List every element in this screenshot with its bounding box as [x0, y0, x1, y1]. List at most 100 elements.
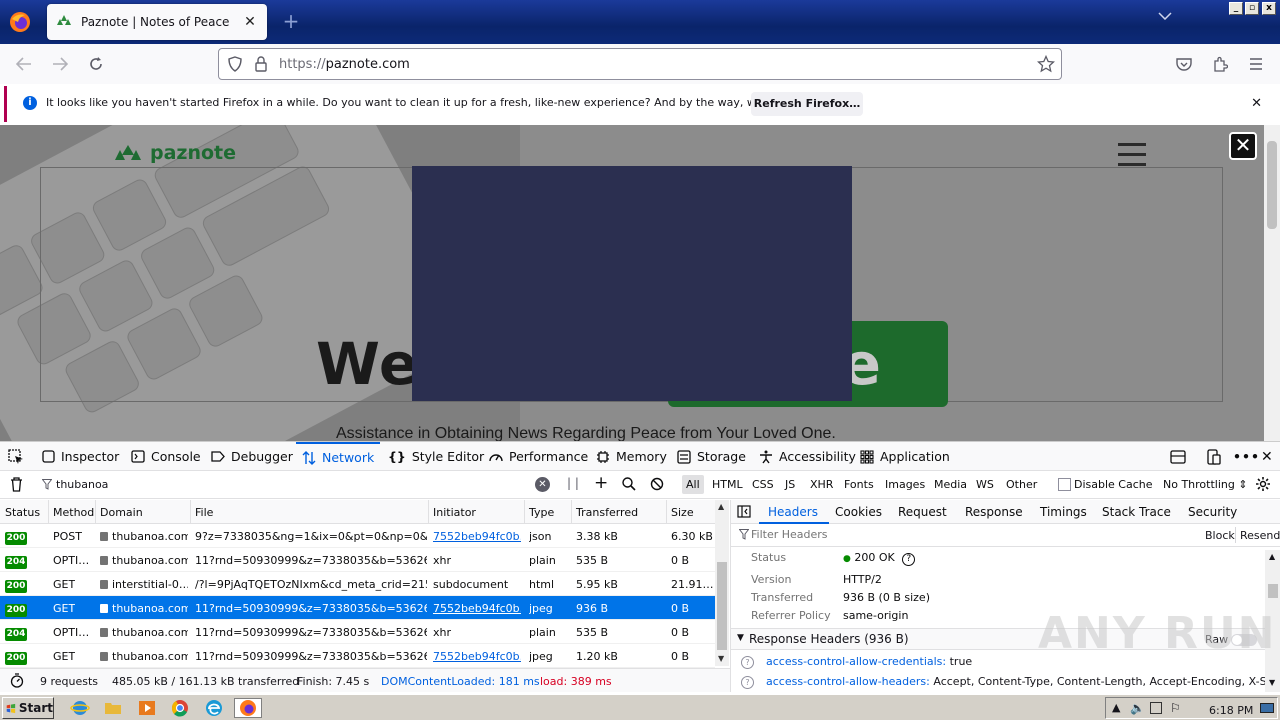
trash-icon[interactable] [10, 477, 23, 492]
tab-security[interactable]: Security [1188, 505, 1237, 519]
table-row[interactable]: 204 OPTI… thubanoa.com 11?rnd=50930999&z=73… [0, 620, 715, 644]
new-tab-icon[interactable]: + [280, 9, 302, 33]
initiator-link[interactable]: 7552beb94fc0b… [433, 602, 521, 615]
pause-icon[interactable]: | | [567, 476, 579, 490]
tab-accessibility[interactable]: Accessibility [759, 442, 856, 471]
col-type[interactable]: Type [529, 506, 554, 519]
col-size[interactable]: Size [671, 506, 694, 519]
active-tab[interactable]: Paznote | Notes of Peace ✕ [47, 4, 267, 40]
chrome-icon[interactable] [170, 698, 190, 718]
help-icon[interactable]: ? [741, 656, 754, 669]
table-row[interactable]: 200 GET thubanoa.com 11?rnd=50930999&z=7338… [0, 596, 715, 620]
tab-application[interactable]: Application [860, 442, 950, 471]
reload-icon[interactable] [84, 52, 108, 76]
site-logo[interactable]: paznote [112, 142, 236, 164]
table-row[interactable]: 200 GET thubanoa.com 11?rnd=50930999&z=7338… [0, 644, 715, 668]
close-devtools-icon[interactable]: ✕ [1261, 442, 1273, 471]
tab-inspector[interactable]: Inspector [42, 442, 119, 471]
tab-response[interactable]: Response [965, 505, 1023, 519]
more-options-icon[interactable]: ••• [1233, 442, 1260, 471]
firefox-menu-icon[interactable] [8, 10, 32, 34]
lock-icon[interactable] [254, 56, 268, 72]
start-button[interactable]: Start [2, 697, 54, 719]
flag-icon[interactable]: ⚐ [1170, 701, 1181, 715]
filter-media[interactable]: Media [934, 478, 967, 491]
col-file[interactable]: File [195, 506, 213, 519]
network-tray-icon[interactable] [1150, 702, 1162, 714]
filter-css[interactable]: CSS [752, 478, 774, 491]
tab-headers[interactable]: Headers [768, 505, 818, 519]
clock[interactable]: 6:18 PM [1209, 704, 1253, 717]
responsive-design-mode-icon[interactable] [1207, 442, 1221, 471]
restore-window-button[interactable]: ▫ [1245, 2, 1259, 15]
filter-xhr[interactable]: XHR [810, 478, 833, 491]
list-all-tabs-icon[interactable] [1158, 12, 1172, 20]
table-scrollbar[interactable]: ▲ ▼ [715, 500, 729, 666]
pick-element-icon[interactable] [8, 442, 24, 471]
filter-headers-input[interactable] [751, 528, 1051, 541]
close-tab-icon[interactable]: ✕ [241, 13, 259, 31]
block-url-icon[interactable] [650, 477, 664, 491]
minimize-window-button[interactable]: _ [1229, 2, 1243, 15]
filter-fonts[interactable]: Fonts [844, 478, 874, 491]
disable-cache-checkbox[interactable] [1058, 478, 1071, 491]
table-row[interactable]: 200 GET interstitial-0… /?l=9PjAqTQETOzNIxm… [0, 572, 715, 596]
forward-icon[interactable] [48, 52, 72, 76]
refresh-firefox-button[interactable]: Refresh Firefox… [751, 92, 863, 116]
filter-images[interactable]: Images [885, 478, 925, 491]
explorer-folder-icon[interactable] [103, 698, 123, 718]
close-window-button[interactable]: x [1262, 2, 1276, 15]
filter-all[interactable]: All [682, 475, 704, 494]
col-domain[interactable]: Domain [100, 506, 143, 519]
toggle-sidebar-icon[interactable] [737, 505, 751, 518]
address-bar[interactable]: https://paznote.com [218, 48, 1062, 80]
ie-icon[interactable] [70, 698, 90, 718]
bookmark-star-icon[interactable] [1037, 55, 1055, 73]
filter-urls-input[interactable]: thubanoa [56, 478, 108, 491]
filter-ws[interactable]: WS [976, 478, 994, 491]
tray-expand-icon[interactable]: ▲ [1112, 701, 1120, 714]
tab-storage[interactable]: Storage [677, 442, 746, 471]
help-icon[interactable]: ? [902, 553, 916, 566]
firefox-taskbar-button[interactable] [234, 698, 262, 718]
tab-style-editor[interactable]: {} Style Editor [388, 442, 484, 471]
col-transferred[interactable]: Transferred [576, 506, 638, 519]
back-icon[interactable] [12, 52, 36, 76]
tab-cookies[interactable]: Cookies [835, 505, 882, 519]
table-row[interactable]: 204 OPTI… thubanoa.com 11?rnd=50930999&z=73… [0, 548, 715, 572]
toggle-split-console-icon[interactable] [1170, 442, 1186, 471]
edge-icon[interactable] [204, 698, 224, 718]
initiator-link[interactable]: 7552beb94fc0b… [433, 530, 521, 543]
search-icon[interactable] [622, 477, 636, 491]
block-button[interactable]: Block [1205, 529, 1235, 542]
media-player-icon[interactable] [137, 698, 157, 718]
col-method[interactable]: Method [53, 506, 94, 519]
col-initiator[interactable]: Initiator [433, 506, 476, 519]
close-overlay-icon[interactable]: ✕ [1229, 132, 1257, 160]
ad-overlay[interactable] [412, 166, 852, 401]
close-notification-icon[interactable]: ✕ [1251, 96, 1262, 111]
tab-console[interactable]: Console [131, 442, 201, 471]
tab-network[interactable]: Network [296, 442, 380, 471]
tab-timings[interactable]: Timings [1040, 505, 1087, 519]
volume-icon[interactable]: 🔈 [1130, 701, 1145, 715]
tab-debugger[interactable]: Debugger [211, 442, 293, 471]
page-scrollbar[interactable] [1264, 125, 1280, 441]
tab-stack-trace[interactable]: Stack Trace [1102, 505, 1171, 519]
tab-request[interactable]: Request [898, 505, 947, 519]
tracking-protection-shield-icon[interactable] [227, 56, 243, 72]
col-status[interactable]: Status [5, 506, 40, 519]
table-row[interactable]: 200 POST thubanoa.com 9?z=7338035&ng=1&ix=0… [0, 524, 715, 548]
tab-memory[interactable]: Memory [596, 442, 667, 471]
tab-performance[interactable]: Performance [489, 442, 588, 471]
app-menu-icon[interactable] [1244, 52, 1268, 76]
url-text[interactable]: https://paznote.com [279, 57, 410, 72]
hamburger-menu-icon[interactable] [1118, 143, 1146, 167]
collapse-triangle-icon[interactable]: ▼ [737, 633, 744, 643]
extensions-icon[interactable] [1208, 52, 1232, 76]
filter-other[interactable]: Other [1006, 478, 1037, 491]
resend-button[interactable]: Resend [1240, 529, 1280, 542]
filter-js[interactable]: JS [785, 478, 795, 491]
filter-html[interactable]: HTML [712, 478, 743, 491]
initiator-link[interactable]: 7552beb94fc0b… [433, 650, 521, 663]
